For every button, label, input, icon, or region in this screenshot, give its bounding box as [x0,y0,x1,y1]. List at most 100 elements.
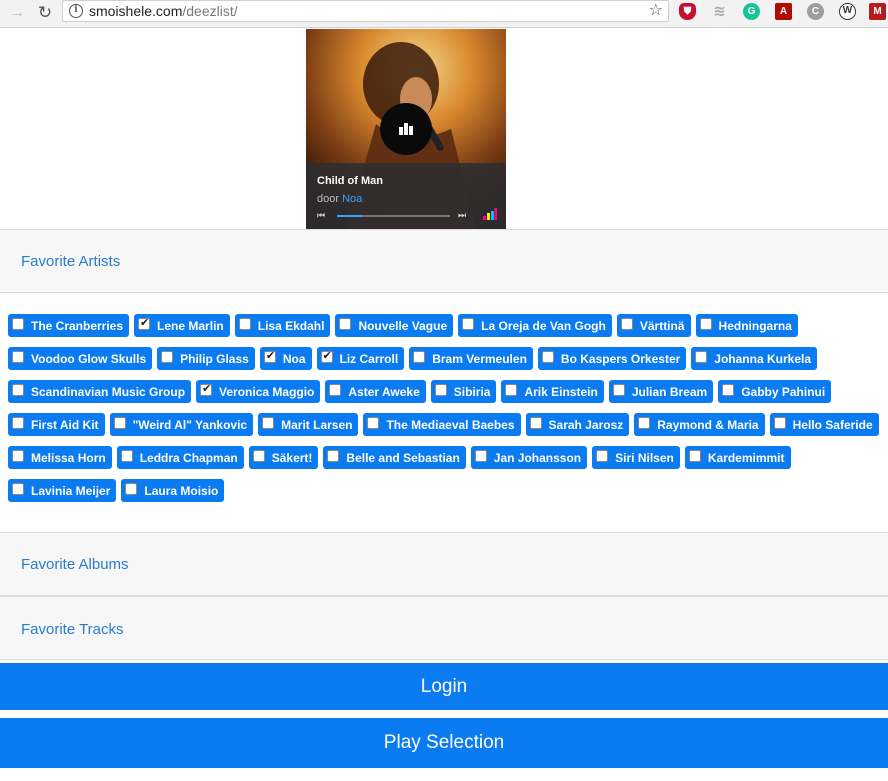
c-extension-icon[interactable]: C [807,3,824,20]
artist-checkbox[interactable] [252,449,265,462]
artist-chip[interactable]: Veronica Maggio [196,380,321,403]
artist-checkbox[interactable] [596,449,609,462]
artist-chip[interactable]: First Aid Kit [8,413,105,436]
mega-icon[interactable]: M [869,3,886,20]
artist-chip[interactable]: Johanna Kurkela [691,347,817,370]
previous-track-icon[interactable]: ⏮ [317,210,325,221]
artist-chip[interactable]: Raymond & Maria [634,413,765,436]
artist-chip[interactable]: Sibiria [430,380,497,403]
play-selection-button[interactable]: Play Selection [0,718,888,768]
favorite-albums-title[interactable]: Favorite Albums [21,556,129,573]
layers-icon[interactable]: ≋ [711,3,728,20]
artist-chip[interactable]: Lisa Ekdahl [234,314,331,337]
artist-checkbox[interactable] [120,449,133,462]
progress-bar[interactable] [337,215,450,217]
favorite-artists-title[interactable]: Favorite Artists [21,253,120,270]
artist-checkbox[interactable] [367,416,380,429]
artist-checkbox[interactable] [200,382,213,396]
artist-checkbox[interactable] [320,349,333,363]
artist-checkbox[interactable] [339,317,352,330]
artist-chip[interactable]: Belle and Sebastian [323,446,466,469]
deezer-logo-icon[interactable] [483,208,497,220]
artist-checkbox[interactable] [699,317,712,330]
pause-button[interactable] [380,103,432,155]
artist-checkbox[interactable] [262,416,275,429]
artist-checkbox[interactable] [12,482,24,495]
artist-checkbox[interactable] [238,317,251,330]
artist-chip[interactable]: Leddra Chapman [116,446,244,469]
artist-checkbox[interactable] [263,349,276,363]
artist-chip[interactable]: Hello Saferide [769,413,879,436]
artist-chip[interactable]: "Weird Al" Yankovic [109,413,254,436]
artist-chip[interactable]: Lavinia Meijer [8,479,117,502]
artist-checkbox[interactable] [434,383,447,396]
artist-checkbox[interactable] [541,350,554,363]
w-extension-icon[interactable]: W [839,3,856,20]
artist-checkbox[interactable] [620,317,633,330]
artist-chip[interactable]: Aster Aweke [325,380,426,403]
artist-chip[interactable]: Julian Bream [608,380,714,403]
artist-checkbox[interactable] [327,449,340,462]
artist-chip[interactable]: Lene Marlin [134,314,230,337]
artist-checkbox[interactable] [329,383,342,396]
artist-checkbox[interactable] [12,317,24,330]
star-icon[interactable]: ☆ [649,1,663,21]
reload-icon[interactable]: ↻ [34,2,56,24]
login-button[interactable]: Login [0,663,888,710]
artist-chip[interactable]: Scandinavian Music Group [8,380,192,403]
artist-chip[interactable]: Värttinä [616,314,691,337]
forward-icon[interactable]: → [6,2,28,24]
favorite-artists-header[interactable]: Favorite Artists [0,229,888,293]
artist-chip[interactable]: Voodoo Glow Skulls [8,347,153,370]
artist-chip[interactable]: Säkert! [248,446,319,469]
artist-chip[interactable]: Philip Glass [157,347,255,370]
artist-chip[interactable]: Bram Vermeulen [409,347,533,370]
artist-chip[interactable]: Jan Johansson [470,446,588,469]
artist-chip[interactable]: Marit Larsen [258,413,359,436]
favorite-albums-header[interactable]: Favorite Albums [0,532,888,596]
artist-checkbox[interactable] [695,350,708,363]
artist-chip[interactable]: Melissa Horn [8,446,112,469]
artist-chip[interactable]: Laura Moisio [121,479,225,502]
artist-checkbox[interactable] [12,383,24,396]
artist-checkbox[interactable] [125,482,138,495]
artist-checkbox[interactable] [505,383,518,396]
artist-chip[interactable]: Sarah Jarosz [525,413,630,436]
artist-chip[interactable]: Nouvelle Vague [335,314,454,337]
artist-checkbox[interactable] [638,416,651,429]
artist-checkbox[interactable] [612,383,625,396]
artist-checkbox[interactable] [12,416,24,429]
artist-checkbox[interactable] [161,350,174,363]
artist-checkbox[interactable] [688,449,701,462]
acrobat-icon[interactable]: A [775,3,792,20]
address-bar[interactable]: i smoishele.com/deezlist/ ☆ [62,0,669,22]
artist-checkbox[interactable] [462,317,475,330]
artist-checkbox[interactable] [12,350,24,363]
artist-chip[interactable]: Hedningarna [695,314,798,337]
artist-chip[interactable]: Siri Nilsen [592,446,680,469]
favorite-tracks-header[interactable]: Favorite Tracks [0,596,888,660]
ublock-icon[interactable]: ⛊ [679,3,696,20]
artist-checkbox[interactable] [138,316,151,330]
artist-chip[interactable]: La Oreja de Van Gogh [458,314,612,337]
track-artist-link[interactable]: Noa [342,193,362,205]
artist-chip[interactable]: Liz Carroll [316,347,405,370]
artist-checkbox[interactable] [113,416,126,429]
artist-checkbox[interactable] [12,449,24,462]
artist-chip[interactable]: Bo Kaspers Orkester [537,347,687,370]
artist-checkbox[interactable] [413,350,426,363]
artist-chip[interactable]: The Cranberries [8,314,130,337]
url-text[interactable]: smoishele.com/deezlist/ [89,3,238,19]
artist-chip[interactable]: Kardemimmit [684,446,791,469]
artist-checkbox[interactable] [773,416,786,429]
artist-checkbox[interactable] [474,449,487,462]
artist-chip[interactable]: Noa [259,347,312,370]
artist-checkbox[interactable] [722,383,735,396]
artist-chip[interactable]: Arik Einstein [501,380,604,403]
next-track-icon[interactable]: ⏭ [458,210,466,221]
artist-chip[interactable]: The Mediaeval Baebes [363,413,521,436]
artist-chip[interactable]: Gabby Pahinui [718,380,832,403]
grammarly-icon[interactable]: G [743,3,760,20]
info-icon[interactable]: i [69,4,83,18]
artist-checkbox[interactable] [529,416,542,429]
